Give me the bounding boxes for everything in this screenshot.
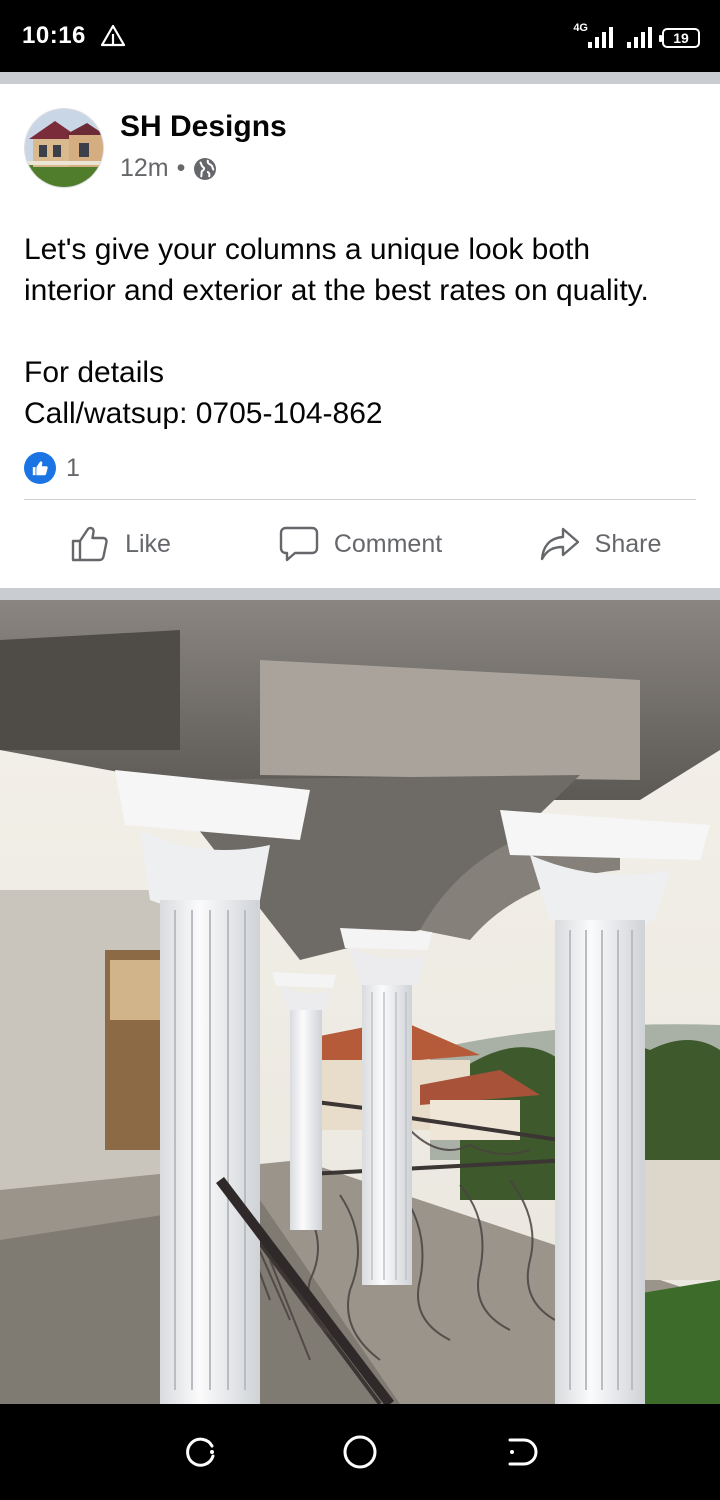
- recents-icon[interactable]: [180, 1432, 220, 1472]
- back-icon[interactable]: [500, 1432, 540, 1472]
- post-actions: Like Comment Share: [0, 500, 720, 588]
- home-circle-icon[interactable]: [340, 1432, 380, 1472]
- post-text: Let's give your columns a unique look bo…: [24, 229, 714, 434]
- speech-bubble-icon: [279, 526, 319, 562]
- share-button[interactable]: Share: [480, 500, 720, 588]
- share-arrow-icon: [540, 527, 579, 561]
- meta-separator: •: [176, 154, 186, 182]
- post-text-line: Let's give your columns a unique look bo…: [24, 233, 591, 266]
- network-type: 4G: [573, 22, 588, 34]
- share-label: Share: [594, 529, 662, 558]
- feed-divider: [0, 72, 720, 84]
- post-card: SH Designs 12m • Let's give your columns…: [0, 84, 720, 588]
- status-bar: 10:16 4G 19: [0, 0, 720, 72]
- globe-icon: [194, 157, 217, 180]
- thumbs-up-outline-icon: [71, 526, 108, 562]
- system-nav-bar: [0, 1404, 720, 1500]
- like-label: Like: [125, 529, 171, 558]
- comment-label: Comment: [333, 529, 443, 558]
- thumbs-up-icon: [24, 452, 56, 484]
- signal-strength-icon-2: [627, 26, 652, 48]
- avatar[interactable]: [24, 108, 104, 188]
- house-avatar-icon: [25, 109, 103, 187]
- reactions-summary[interactable]: 1: [24, 452, 80, 484]
- signal-strength-icon: [588, 26, 613, 48]
- post-photo[interactable]: [0, 600, 720, 1404]
- battery-level: 19: [673, 30, 689, 46]
- author-name[interactable]: SH Designs: [120, 110, 287, 144]
- columns-photo: [0, 600, 720, 1404]
- post-text-line: interior and exterior at the best rates …: [24, 274, 649, 307]
- warning-triangle-icon: [100, 24, 126, 47]
- battery-icon: 19: [659, 28, 700, 48]
- status-time: 10:16: [22, 22, 86, 49]
- comment-button[interactable]: Comment: [240, 500, 480, 588]
- reaction-count: 1: [66, 453, 80, 482]
- post-time[interactable]: 12m: [120, 154, 169, 183]
- post-text-line: For details: [24, 356, 165, 389]
- feed-divider: [0, 588, 720, 600]
- post-meta: 12m •: [120, 154, 217, 183]
- post-text-line: Call/watsup: 0705-104-862: [24, 397, 383, 430]
- like-button[interactable]: Like: [0, 500, 240, 588]
- status-icons: 4G 19: [573, 20, 700, 48]
